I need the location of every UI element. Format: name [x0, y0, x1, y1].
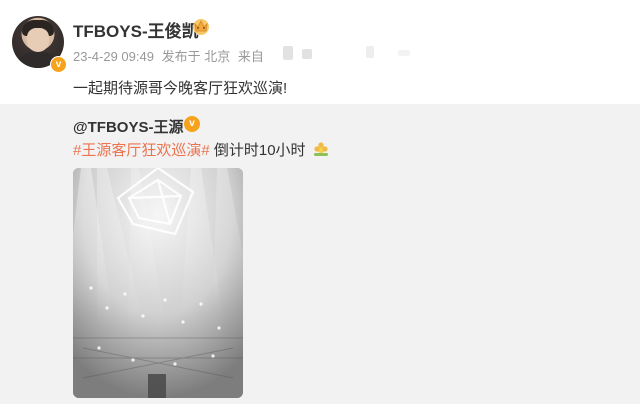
hashtag-link[interactable]: #王源客厅狂欢巡演# [73, 142, 210, 159]
repost-card[interactable]: @TFBOYS-王源 v #王源客厅狂欢巡演# 倒计时10小时 [0, 104, 640, 404]
blurred-source [302, 49, 312, 59]
verified-badge-icon: v [50, 56, 67, 73]
post-time[interactable]: 23-4-29 09:49 [73, 49, 154, 64]
post-text: 一起期待源哥今晚客厅狂欢巡演! [73, 80, 288, 97]
blurred-source [366, 46, 374, 58]
weibo-post: v TFBOYS-王俊凯 23-4-29 09:49 发布于 北京 来自 一起期… [0, 0, 640, 104]
post-username[interactable]: TFBOYS-王俊凯 [73, 17, 199, 42]
repost-body-text: 倒计时10小时 [209, 142, 306, 159]
post-location: 发布于 北京 [161, 49, 231, 64]
concert-stage-photo[interactable] [73, 168, 243, 398]
repost-username[interactable]: @TFBOYS-王源 [73, 116, 183, 137]
avatar-wrapper[interactable]: v [12, 16, 67, 73]
crown-icon [193, 19, 209, 35]
post-meta: 23-4-29 09:49 发布于 北京 来自 [73, 46, 268, 65]
blurred-source [283, 46, 293, 60]
blurred-source [398, 50, 410, 56]
repost-text: #王源客厅狂欢巡演# 倒计时10小时 [73, 139, 330, 160]
flower-emoji-icon [313, 142, 328, 156]
repost-verified-icon: v [184, 116, 200, 132]
post-source-prefix: 来自 [237, 49, 264, 64]
